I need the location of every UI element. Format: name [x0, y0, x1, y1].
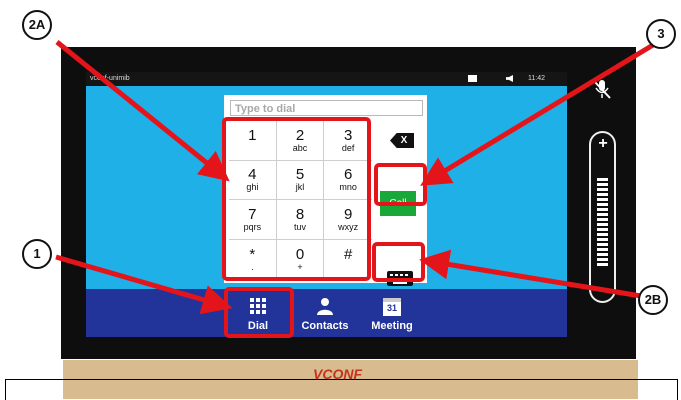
callout-1: 1 [22, 239, 52, 269]
callout-2a: 2A [22, 10, 52, 40]
callout-3: 3 [646, 19, 676, 49]
annotation-arrows [55, 40, 655, 315]
callout-2b: 2B [638, 285, 668, 315]
